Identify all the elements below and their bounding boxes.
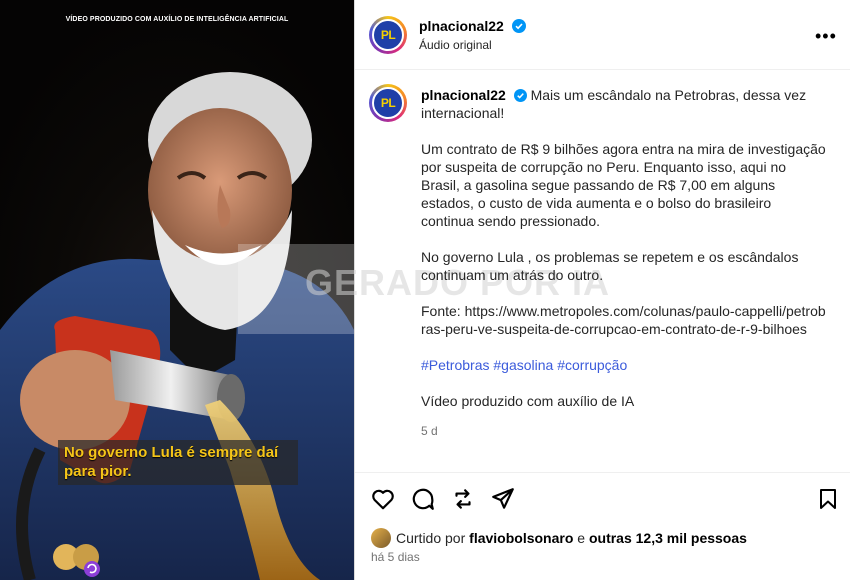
video-caption: No governo Lula é sempre daí para pior. [58, 440, 298, 485]
remix-icon [84, 561, 100, 577]
ai-disclaimer-text: VÍDEO PRODUZIDO COM AUXÍLIO DE INTELIGÊN… [65, 16, 289, 23]
post-caption: plnacional22 Mais um escândalo na Petrob… [421, 86, 826, 440]
avatar-logo-text: PL [380, 96, 396, 110]
likes-summary[interactable]: Curtido por flaviobolsonaro e outras 12,… [371, 528, 747, 548]
caption-source: Fonte: https://www.metropoles.com/coluna… [421, 303, 826, 337]
heart-icon[interactable] [370, 486, 396, 512]
caption-author-avatar[interactable]: PL [369, 84, 407, 122]
action-bar [370, 486, 840, 514]
post-media[interactable]: VÍDEO PRODUZIDO COM AUXÍLIO DE INTELIGÊN… [0, 0, 354, 580]
author-avatar[interactable]: PL [369, 16, 407, 54]
bookmark-icon[interactable] [816, 486, 840, 512]
caption-hashtags: #Petrobras #gasolina #corrupção [421, 356, 826, 374]
post-header: PL plnacional22 Áudio original ••• [355, 0, 850, 70]
author-username[interactable]: plnacional22 [419, 18, 504, 34]
repost-icon[interactable] [450, 486, 476, 512]
comment-icon[interactable] [410, 486, 436, 512]
avatar-logo-text: PL [380, 28, 396, 42]
more-options-icon[interactable]: ••• [815, 26, 837, 47]
audio-link[interactable]: Áudio original [419, 38, 492, 52]
hashtag-petrobras[interactable]: #Petrobras [421, 357, 489, 373]
likes-connector: e [577, 530, 586, 546]
pane-divider [354, 0, 355, 580]
video-frame-illustration [0, 72, 354, 580]
hashtag-gasolina[interactable]: #gasolina [493, 357, 553, 373]
verified-badge-icon [513, 89, 527, 102]
actions-divider [355, 472, 850, 473]
caption-paragraph-2: No governo Lula , os problemas se repete… [421, 249, 799, 283]
send-icon[interactable] [490, 486, 516, 512]
post-date[interactable]: há 5 dias [371, 550, 420, 564]
likes-prefix: Curtido por [396, 530, 466, 546]
caption-ai-note: Vídeo produzido com auxílio de IA [421, 393, 635, 409]
verified-badge-icon [512, 19, 527, 33]
caption-username[interactable]: plnacional22 [421, 87, 506, 103]
caption-timestamp[interactable]: 5 d [421, 422, 826, 440]
collab-avatars[interactable] [52, 535, 102, 579]
hashtag-corrupcao[interactable]: #corrupção [557, 357, 627, 373]
likes-others-count[interactable]: outras 12,3 mil pessoas [589, 530, 747, 546]
liker-username[interactable]: flaviobolsonaro [469, 530, 573, 546]
liker-avatar [371, 528, 391, 548]
caption-paragraph-1: Um contrato de R$ 9 bilhões agora entra … [421, 141, 826, 229]
